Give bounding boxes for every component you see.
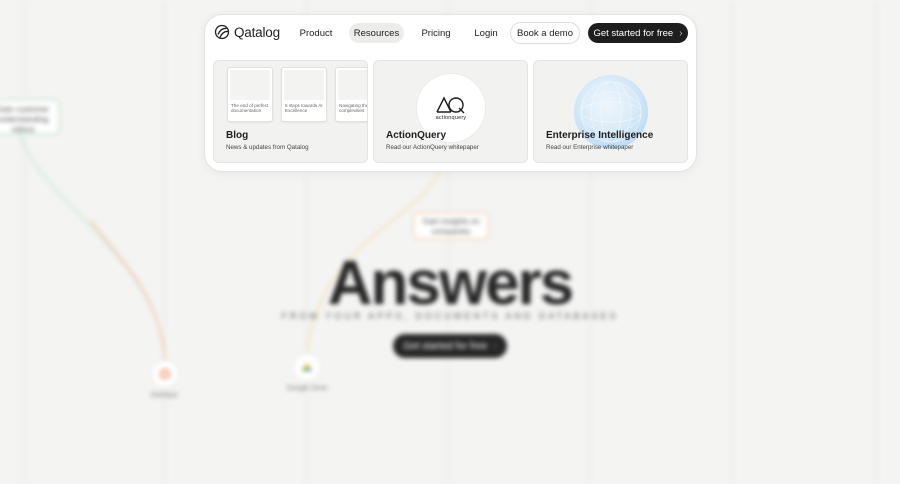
nav-login[interactable]: Login	[469, 23, 503, 43]
blog-title: Blog	[226, 130, 249, 141]
get-started-label: Get started for free	[593, 27, 674, 39]
actionquery-title: ActionQuery	[386, 130, 447, 141]
blog-post-card[interactable]: The end of perfect documentation	[227, 67, 273, 122]
blog-description: News & updates from Qatalog	[226, 144, 309, 151]
google-drive-node-icon	[293, 353, 321, 381]
get-started-button[interactable]: Get started for free ›	[588, 23, 688, 43]
resource-card-blog[interactable]: The end of perfect documentation 5 steps…	[213, 60, 368, 163]
nav-resources[interactable]: Resources	[349, 23, 404, 43]
enterprise-title: Enterprise Intelligence	[546, 130, 654, 141]
navbar: Qatalog Product Resources Pricing Login …	[205, 15, 696, 51]
insight-chip-orange: Gain insights on companies	[413, 212, 489, 240]
qatalog-logo-icon	[214, 24, 230, 40]
enterprise-description: Read our Enterprise whitepaper	[546, 144, 634, 151]
nav-product[interactable]: Product	[293, 23, 339, 43]
chevron-right-icon: ›	[679, 27, 683, 39]
hubspot-node-icon	[151, 360, 179, 388]
book-demo-button[interactable]: Book a demo	[510, 22, 580, 44]
hubspot-node-label: HubSpot	[150, 392, 178, 399]
insight-chip-green: Gain customer understanding videos	[0, 99, 60, 135]
blog-post-title: Navigating the complexities	[339, 103, 368, 114]
resource-card-actionquery[interactable]: actionquery ActionQuery Read our ActionQ…	[373, 60, 528, 163]
nav-pricing[interactable]: Pricing	[415, 23, 457, 43]
actionquery-logo-icon	[436, 95, 465, 113]
blog-post-title: The end of perfect documentation	[231, 103, 269, 114]
resource-card-enterprise[interactable]: Enterprise Intelligence Read our Enterpr…	[533, 60, 688, 163]
actionquery-wordmark: actionquery	[435, 114, 467, 121]
hero-subline: FROM YOUR APPS, DOCUMENTS AND DATABASES	[281, 311, 619, 321]
blog-post-card[interactable]: 5 steps towards AI Excellence	[281, 67, 327, 122]
actionquery-description: Read our ActionQuery whitepaper	[386, 144, 479, 151]
logo-text: Qatalog	[234, 24, 280, 40]
navigation-card: Qatalog Product Resources Pricing Login …	[204, 14, 697, 172]
blog-post-title: 5 steps towards AI Excellence	[285, 103, 323, 114]
hero-headline: Answers	[327, 249, 574, 318]
blog-post-card[interactable]: Navigating the complexities	[335, 67, 368, 122]
logo[interactable]: Qatalog	[214, 24, 280, 40]
hero-cta-button[interactable]: Get started for free ›	[393, 334, 507, 358]
google-drive-node-label: Google Drive	[286, 385, 328, 392]
